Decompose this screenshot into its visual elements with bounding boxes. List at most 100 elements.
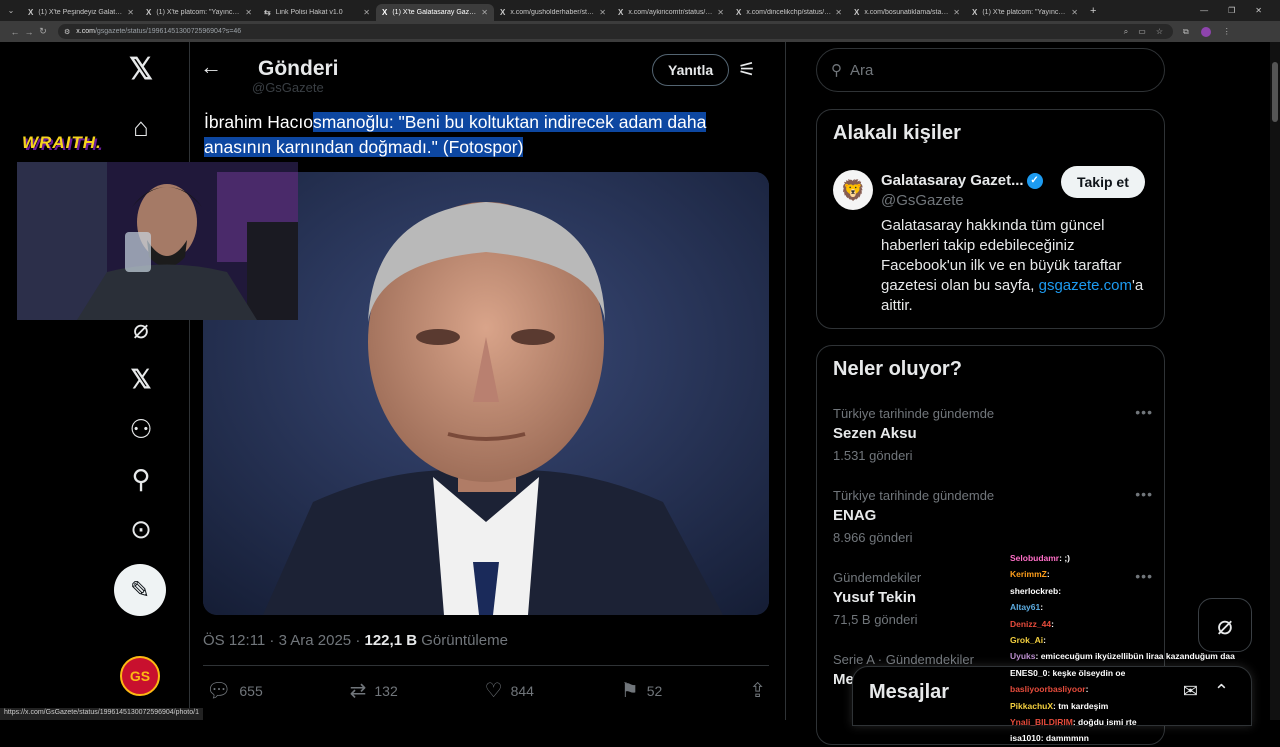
tab-close-icon[interactable]: ✕ (717, 8, 724, 17)
communities-icon[interactable]: ⚇ (118, 406, 164, 452)
post-detail: ← Gönderi Yanıtla ⚟ @GsGazete İbrahim Ha… (186, 42, 786, 720)
browser-tab[interactable]: X (1) X'te platcom: "Yayıncı İranlı ✕ (966, 4, 1084, 21)
tab-close-icon[interactable]: ✕ (245, 8, 252, 17)
page-scrollbar[interactable] (1270, 42, 1280, 720)
chat-message: isa1010: dammmnn (1010, 730, 1260, 746)
tab-search-icon[interactable]: ⌄ (0, 6, 22, 15)
browser-tab[interactable]: X (1) X'te Peşindeyiz Galatasaray ✕ (22, 4, 140, 21)
trend-item[interactable]: Türkiye tarihinde gündemde ENAG 8.966 gö… (833, 486, 1153, 545)
chat-username: isa1010 (1010, 733, 1041, 744)
tab-close-icon[interactable]: ✕ (481, 8, 488, 17)
cast-icon[interactable]: ▭ (1138, 27, 1146, 37)
chat-text: : (1043, 635, 1046, 646)
gsgazete-avatar[interactable]: 🦁 (833, 170, 873, 210)
retweet-icon: ⇄ (349, 680, 367, 702)
new-tab-icon[interactable]: + (1090, 5, 1096, 17)
restore-icon[interactable]: ❐ (1228, 6, 1235, 15)
chat-message: ENES0_0: keşke ölseydin oe (1010, 665, 1260, 681)
back-arrow-icon[interactable]: ← (200, 54, 222, 80)
chat-username: Grok_Ai (1010, 635, 1044, 646)
x-logo-icon[interactable]: 𝕏 (118, 46, 164, 92)
chat-message: Grok_Ai: (1010, 632, 1260, 648)
more-icon[interactable]: ⊙ (118, 506, 164, 552)
view-label: Görüntüleme (421, 632, 508, 649)
tab-title: (1) X'te platcom: "Yayıncı İranlı (982, 8, 1067, 16)
chat-username: Altay61 (1010, 602, 1041, 613)
url-path: /gsgazete/status/1996145130072596904?s=4… (94, 28, 242, 35)
browser-tab[interactable]: Xx.com/aykiricomtr/status/1995 ✕ (612, 4, 730, 21)
bio-link[interactable]: gsgazete.com (1039, 277, 1132, 294)
browser-tab[interactable]: Xx.com/dincelikchp/status/1998 ✕ (730, 4, 848, 21)
chat-text: : ;) (1059, 553, 1070, 563)
reply-button[interactable]: Yanıtla (652, 54, 730, 86)
like-action[interactable]: ♡ 844 (485, 678, 534, 703)
close-window-icon[interactable]: ✕ (1255, 6, 1262, 15)
tweet-text-end: (Fotospor) (437, 137, 524, 157)
search-input[interactable]: ⚲ Ara (816, 48, 1165, 92)
trend-more-icon[interactable]: ••• (1135, 486, 1153, 502)
tab-favicon-icon: X (500, 7, 506, 17)
browser-tab[interactable]: X (1) X'te Galatasaray Gazetesi ✕ (376, 3, 494, 21)
like-count: 844 (510, 682, 534, 699)
minimize-icon[interactable]: — (1200, 6, 1208, 15)
tab-close-icon[interactable]: ✕ (363, 8, 370, 17)
tab-close-icon[interactable]: ✕ (835, 8, 842, 17)
tab-favicon-icon: X (618, 7, 624, 17)
chat-text: : (1046, 569, 1050, 580)
address-bar[interactable]: ⚙ x.com/gsgazete/status/1996145130072596… (58, 24, 1173, 39)
browser-menu-icon[interactable]: ⋮ (1223, 27, 1231, 37)
zoom-icon[interactable]: ⌕ (1124, 27, 1128, 37)
browser-tab[interactable]: X (1) X'te platcom: "Yayıncı İranlı ✕ (140, 4, 258, 21)
browser-tab[interactable]: Xx.com/gusholderhaber/status/1 ✕ (494, 4, 612, 21)
compose-post-button[interactable]: ✎ (114, 564, 166, 616)
tab-close-icon[interactable]: ✕ (953, 8, 960, 17)
url-domain: x.com (76, 28, 95, 35)
person-handle[interactable]: @GsGazete (881, 192, 964, 209)
extensions-icon[interactable]: ⧉ (1183, 27, 1189, 37)
reply-action[interactable]: 💬︎ 655 (206, 678, 263, 703)
bookmark-icon: ⚑ (620, 680, 639, 702)
search-placeholder: Ara (850, 61, 874, 79)
retweet-action[interactable]: ⇄ 132 (350, 678, 398, 703)
premium-x-icon[interactable]: 𝕏 (118, 356, 164, 402)
forward-nav-icon[interactable]: → (22, 27, 36, 37)
account-avatar[interactable]: GS (120, 656, 160, 696)
bookmark-action[interactable]: ⚑ 52 (621, 678, 663, 703)
reload-icon[interactable]: ↻ (36, 26, 50, 37)
tab-close-icon[interactable]: ✕ (1071, 8, 1078, 17)
site-info-icon[interactable]: ⚙ (64, 28, 70, 36)
stream-chat-overlay: Selobudamr: ;) KerimmZ: sherlockreb: Altay6… (1010, 550, 1260, 747)
chat-text: : dammmnn (1040, 733, 1089, 744)
trend-more-icon[interactable]: ••• (1135, 404, 1153, 420)
trend-item[interactable]: Türkiye tarihinde gündemde Sezen Aksu 1.… (833, 404, 1153, 463)
left-nav: 𝕏 ⌂ ▤ ⌀ 𝕏 ⚇ ⚲ ⊙ ✎ GS (90, 42, 190, 720)
browser-tab[interactable]: ⇆ Link Polisi Hakat v1.0 ✕ (258, 4, 376, 21)
tab-close-icon[interactable]: ✕ (599, 8, 606, 17)
chat-message: sherlockreb: (1010, 583, 1260, 599)
tab-title: (1) X'te Peşindeyiz Galatasaray (38, 8, 123, 16)
author-handle[interactable]: @GsGazete (252, 80, 324, 95)
bookmark-star-icon[interactable]: ☆ (1156, 27, 1163, 37)
view-count: 122,1 B (364, 632, 418, 649)
webcam-overlay (17, 162, 298, 320)
chat-message: KerimmZ: (1010, 566, 1260, 582)
share-icon: ⇪ (749, 680, 766, 702)
person-name[interactable]: Galatasaray Gazet... ✓ (881, 172, 1043, 190)
follow-button[interactable]: Takip et (1061, 166, 1145, 198)
tab-title: x.com/dincelikchp/status/1998 (746, 8, 832, 16)
tab-favicon-icon: X (146, 7, 152, 17)
profile-avatar[interactable] (1200, 26, 1211, 37)
profile-icon[interactable]: ⚲ (118, 456, 164, 502)
settings-sliders-icon[interactable]: ⚟ (738, 57, 756, 82)
related-title: Alakalı kişiler (833, 122, 961, 144)
tab-close-icon[interactable]: ✕ (127, 8, 134, 17)
trends-title: Neler oluyor? (833, 358, 962, 380)
back-nav-icon[interactable]: ← (8, 27, 22, 37)
page-title: Gönderi (258, 57, 339, 80)
share-action[interactable]: ⇪ (749, 678, 766, 703)
tweet-time[interactable]: ÖS 12:11 · 3 Ara 2025 (203, 632, 351, 649)
retweet-count: 132 (374, 682, 398, 699)
divider (203, 665, 769, 666)
home-icon[interactable]: ⌂ (118, 104, 164, 150)
browser-tab[interactable]: Xx.com/bosunatiklama/status/1 ✕ (848, 4, 966, 21)
